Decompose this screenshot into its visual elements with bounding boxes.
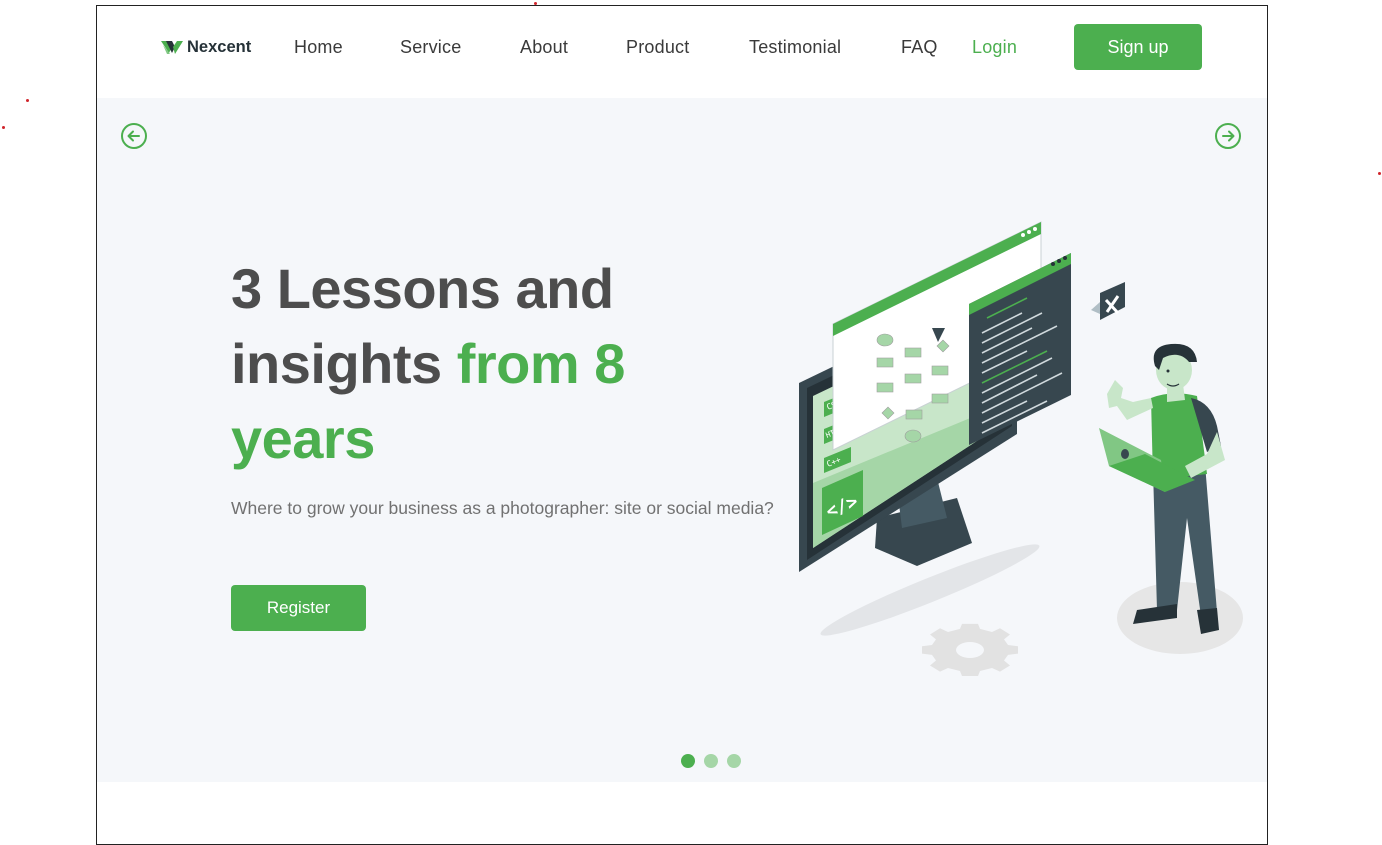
signup-button[interactable]: Sign up [1074,24,1202,70]
headline-line-3-accent: years [231,407,375,470]
person-figure [1099,343,1225,634]
headline-line-1: 3 Lessons and [231,257,614,320]
nav-product[interactable]: Product [626,37,689,58]
stray-mark [1378,172,1381,175]
nav-service[interactable]: Service [400,37,461,58]
headline-line-2-plain: insights [231,332,457,395]
stray-mark [2,126,5,129]
headline-line-2-accent: from 8 [456,332,626,395]
brand-name: Nexcent [187,38,252,56]
page-frame: Nexcent Home Service About Product Testi… [96,5,1268,845]
hero-subtext: Where to grow your business as a photogr… [231,498,774,518]
nav-home[interactable]: Home [294,37,343,58]
nav-faq[interactable]: FAQ [901,37,938,58]
gear-icon [922,623,1018,676]
close-x-icon [1091,282,1125,320]
nexcent-logo-icon [161,40,183,54]
nav-testimonial[interactable]: Testimonial [749,37,841,58]
pager-dot-1[interactable] [681,754,695,768]
hero-carousel: 3 Lessons and insights from 8 years Wher… [97,98,1267,782]
developer-with-laptop-illustration: CSS HTML C++ </> [799,221,1243,676]
arrow-left-circle-icon[interactable] [120,122,148,150]
login-link[interactable]: Login [972,37,1017,58]
arrow-right-circle-icon[interactable] [1214,122,1242,150]
hero-headline: 3 Lessons and insights from 8 years [231,251,791,476]
site-header: Nexcent Home Service About Product Testi… [97,6,1267,98]
pager-dot-2[interactable] [704,754,718,768]
carousel-pager [681,754,741,768]
stray-mark [26,99,29,102]
logo[interactable]: Nexcent [161,38,251,57]
pager-dot-3[interactable] [727,754,741,768]
nav-about[interactable]: About [520,37,568,58]
register-button[interactable]: Register [231,585,366,631]
